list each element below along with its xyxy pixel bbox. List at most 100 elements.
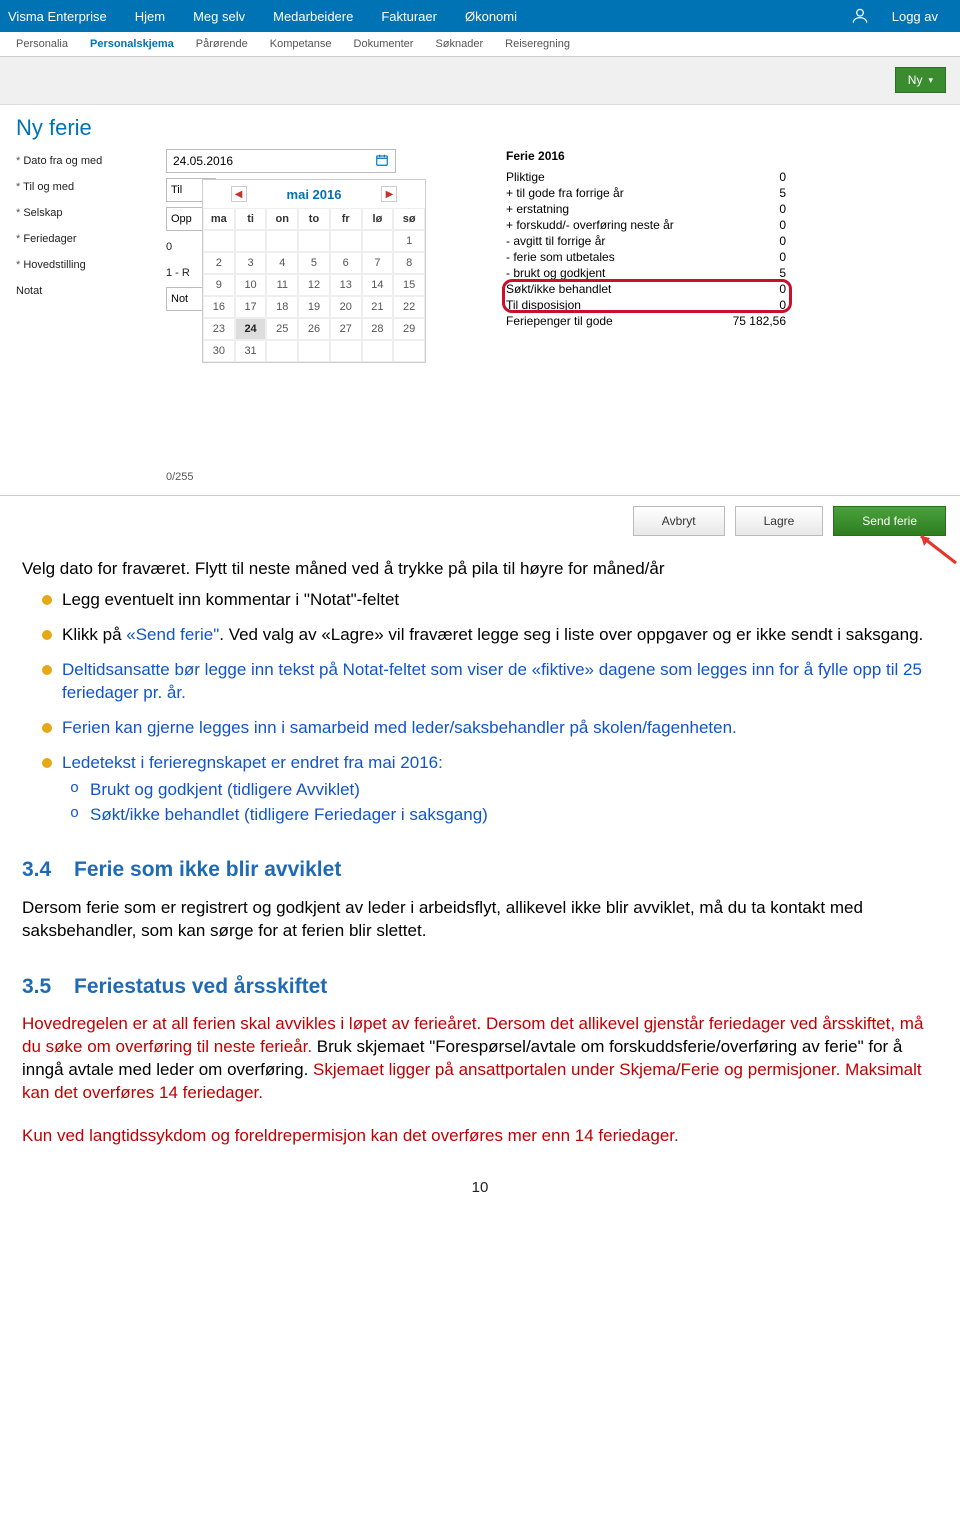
brand-label[interactable]: Visma Enterprise	[8, 0, 121, 32]
calendar-day[interactable]: 10	[235, 274, 267, 296]
calendar-day[interactable]: 13	[330, 274, 362, 296]
nav-okonomi[interactable]: Økonomi	[451, 0, 531, 32]
bullet-3: Deltidsansatte bør legge inn tekst på No…	[22, 659, 938, 705]
form-area: Dato fra og med Til og med Selskap Ferie…	[0, 149, 960, 489]
calendar-day[interactable]: 28	[362, 318, 394, 340]
calendar-day[interactable]: 25	[266, 318, 298, 340]
calendar-day[interactable]: 9	[203, 274, 235, 296]
ferie-row: - avgitt til forrige år0	[506, 233, 786, 249]
calendar-day[interactable]: 8	[393, 252, 425, 274]
bullet-4: Ferien kan gjerne legges inn i samarbeid…	[22, 717, 938, 740]
calendar-day[interactable]: 22	[393, 296, 425, 318]
ferie-row: Feriepenger til gode75 182,56	[506, 313, 786, 329]
label-notat: Notat	[16, 285, 146, 297]
calendar-icon[interactable]	[375, 153, 389, 170]
calendar-day[interactable]: 21	[362, 296, 394, 318]
page-title: Ny ferie	[0, 105, 960, 149]
sub-bullet-2: Søkt/ikke behandlet (tidligere Feriedage…	[62, 804, 938, 827]
nav-fakturaer[interactable]: Fakturaer	[367, 0, 451, 32]
calendar-day-head: to	[298, 208, 330, 230]
nav-medarbeidere[interactable]: Medarbeidere	[259, 0, 367, 32]
subnav-personalskjema[interactable]: Personalskjema	[90, 38, 174, 50]
label-selskap: Selskap	[16, 207, 146, 219]
calendar-day	[330, 230, 362, 252]
new-button[interactable]: Ny▾	[895, 67, 946, 93]
sub-nav: Personalia Personalskjema Pårørende Komp…	[0, 32, 960, 57]
calendar-day[interactable]: 24	[235, 318, 267, 340]
calendar-day-head: ma	[203, 208, 235, 230]
calendar-day[interactable]: 16	[203, 296, 235, 318]
section-34-heading: 3.4Ferie som ikke blir avviklet	[22, 856, 938, 884]
top-nav: Visma Enterprise Hjem Meg selv Medarbeid…	[0, 0, 960, 32]
calendar-day[interactable]: 7	[362, 252, 394, 274]
calendar-day[interactable]: 27	[330, 318, 362, 340]
calendar-day-head: sø	[393, 208, 425, 230]
ferie-row: Til disposisjon0	[506, 297, 786, 313]
calendar-day[interactable]: 2	[203, 252, 235, 274]
calendar-prev-icon[interactable]: ◀	[231, 186, 247, 202]
calendar-day[interactable]: 11	[266, 274, 298, 296]
calendar-header: ◀ mai 2016 ▶	[203, 180, 425, 208]
cancel-button[interactable]: Avbryt	[633, 506, 725, 536]
calendar-day[interactable]: 1	[393, 230, 425, 252]
calendar-day[interactable]: 18	[266, 296, 298, 318]
new-button-label: Ny	[908, 73, 923, 87]
calendar-day	[298, 340, 330, 362]
nav-hjem[interactable]: Hjem	[121, 0, 179, 32]
bullet-1: Legg eventuelt inn kommentar i "Notat"-f…	[22, 589, 938, 612]
calendar-next-icon[interactable]: ▶	[381, 186, 397, 202]
section-35-heading: 3.5Feriestatus ved årsskiftet	[22, 973, 938, 1001]
save-button[interactable]: Lagre	[735, 506, 824, 536]
calendar-day[interactable]: 14	[362, 274, 394, 296]
calendar-day[interactable]: 19	[298, 296, 330, 318]
subnav-soknader[interactable]: Søknader	[435, 38, 483, 50]
subnav-parorende[interactable]: Pårørende	[196, 38, 248, 50]
ferie-summary: Ferie 2016 Pliktige0+ til gode fra forri…	[506, 149, 786, 329]
label-hovedstilling: Hovedstilling	[16, 259, 146, 271]
calendar-grid[interactable]: mationtofrløsø12345678910111213141516171…	[203, 208, 425, 362]
ferie-row: Pliktige0	[506, 169, 786, 185]
section-35-body: Hovedregelen er at all ferien skal avvik…	[22, 1013, 938, 1105]
calendar-day[interactable]: 31	[235, 340, 267, 362]
calendar-day	[235, 230, 267, 252]
calendar-day[interactable]: 23	[203, 318, 235, 340]
calendar-day	[330, 340, 362, 362]
calendar-day	[266, 340, 298, 362]
calendar-day-head: fr	[330, 208, 362, 230]
subnav-reiseregning[interactable]: Reiseregning	[505, 38, 570, 50]
nav-meg-selv[interactable]: Meg selv	[179, 0, 259, 32]
section-34-body: Dersom ferie som er registrert og godkje…	[22, 897, 938, 943]
ferie-title: Ferie 2016	[506, 149, 786, 163]
calendar-day-head: on	[266, 208, 298, 230]
calendar-day[interactable]: 26	[298, 318, 330, 340]
subnav-kompetanse[interactable]: Kompetanse	[270, 38, 332, 50]
calendar-day	[393, 340, 425, 362]
section-35-final: Kun ved langtidssykdom og foreldrepermis…	[22, 1125, 938, 1148]
calendar-day[interactable]: 17	[235, 296, 267, 318]
send-ferie-button[interactable]: Send ferie	[833, 506, 946, 536]
toolbar-area: Ny▾	[0, 57, 960, 105]
calendar-day[interactable]: 20	[330, 296, 362, 318]
label-til-og: Til og med	[16, 181, 146, 193]
char-count: 0/255	[166, 471, 486, 483]
ferie-row: - ferie som utbetales0	[506, 249, 786, 265]
nav-logout[interactable]: Logg av	[878, 0, 952, 32]
calendar-day[interactable]: 4	[266, 252, 298, 274]
calendar-day[interactable]: 29	[393, 318, 425, 340]
bullet-5: Ledetekst i ferieregnskapet er endret fr…	[22, 752, 938, 827]
calendar-day[interactable]: 15	[393, 274, 425, 296]
calendar-day[interactable]: 30	[203, 340, 235, 362]
ferie-row: - brukt og godkjent5	[506, 265, 786, 281]
button-row: Avbryt Lagre Send ferie	[0, 496, 960, 546]
page-number: 10	[22, 1178, 938, 1198]
date-from-input[interactable]: 24.05.2016	[166, 149, 396, 173]
calendar-day[interactable]: 5	[298, 252, 330, 274]
ferie-row: + til gode fra forrige år5	[506, 185, 786, 201]
bullet-2: Klikk på «Send ferie". Ved valg av «Lagr…	[22, 624, 938, 647]
subnav-dokumenter[interactable]: Dokumenter	[354, 38, 414, 50]
subnav-personalia[interactable]: Personalia	[16, 38, 68, 50]
calendar-day[interactable]: 3	[235, 252, 267, 274]
calendar-day	[362, 340, 394, 362]
calendar-day[interactable]: 6	[330, 252, 362, 274]
calendar-day[interactable]: 12	[298, 274, 330, 296]
